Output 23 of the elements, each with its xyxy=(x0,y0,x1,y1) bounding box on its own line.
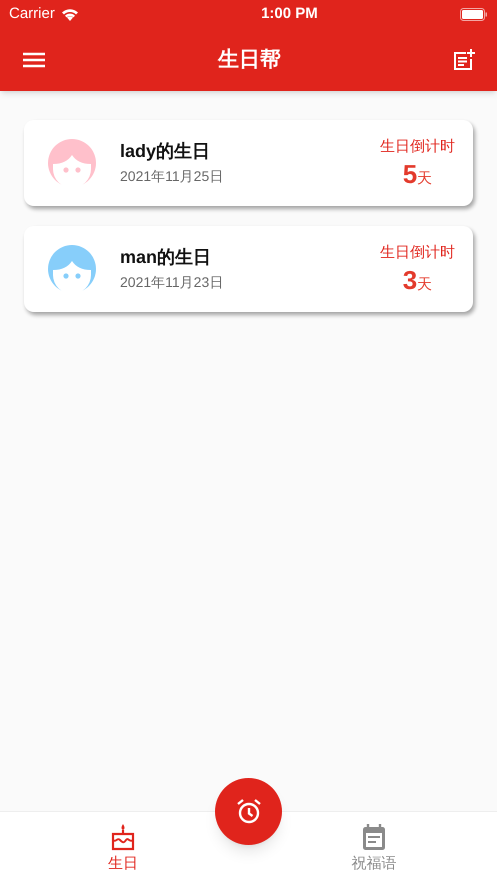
app-title: 生日帮 xyxy=(218,46,281,73)
battery-icon xyxy=(460,8,488,20)
birthday-date: 2021年11月25日 xyxy=(120,167,224,186)
wifi-icon xyxy=(60,8,79,20)
countdown-label: 生日倒计时 xyxy=(380,137,455,157)
countdown-label: 生日倒计时 xyxy=(380,243,455,263)
days-unit: 天 xyxy=(417,168,432,188)
birthday-card[interactable]: man的生日 2021年11月23日 生日倒计时 3天 xyxy=(24,226,473,312)
carrier-text: Carrier xyxy=(9,4,55,24)
birthday-date: 2021年11月23日 xyxy=(120,273,224,292)
clock-text: 1:00 PM xyxy=(261,4,318,24)
birthday-name: man的生日 xyxy=(120,246,212,269)
add-note-icon[interactable] xyxy=(453,48,475,70)
birthday-card[interactable]: lady的生日 2021年11月25日 生日倒计时 5天 xyxy=(24,120,473,206)
alarm-clock-icon xyxy=(234,798,262,826)
cake-icon xyxy=(110,822,136,850)
calendar-note-icon xyxy=(361,822,387,850)
birthday-name: lady的生日 xyxy=(120,140,212,163)
days-count: 5 xyxy=(402,158,418,188)
menu-icon[interactable] xyxy=(22,52,46,68)
tab-item[interactable]: 生日 xyxy=(90,822,156,872)
days-unit: 天 xyxy=(417,274,432,294)
days-count: 3 xyxy=(402,264,418,294)
